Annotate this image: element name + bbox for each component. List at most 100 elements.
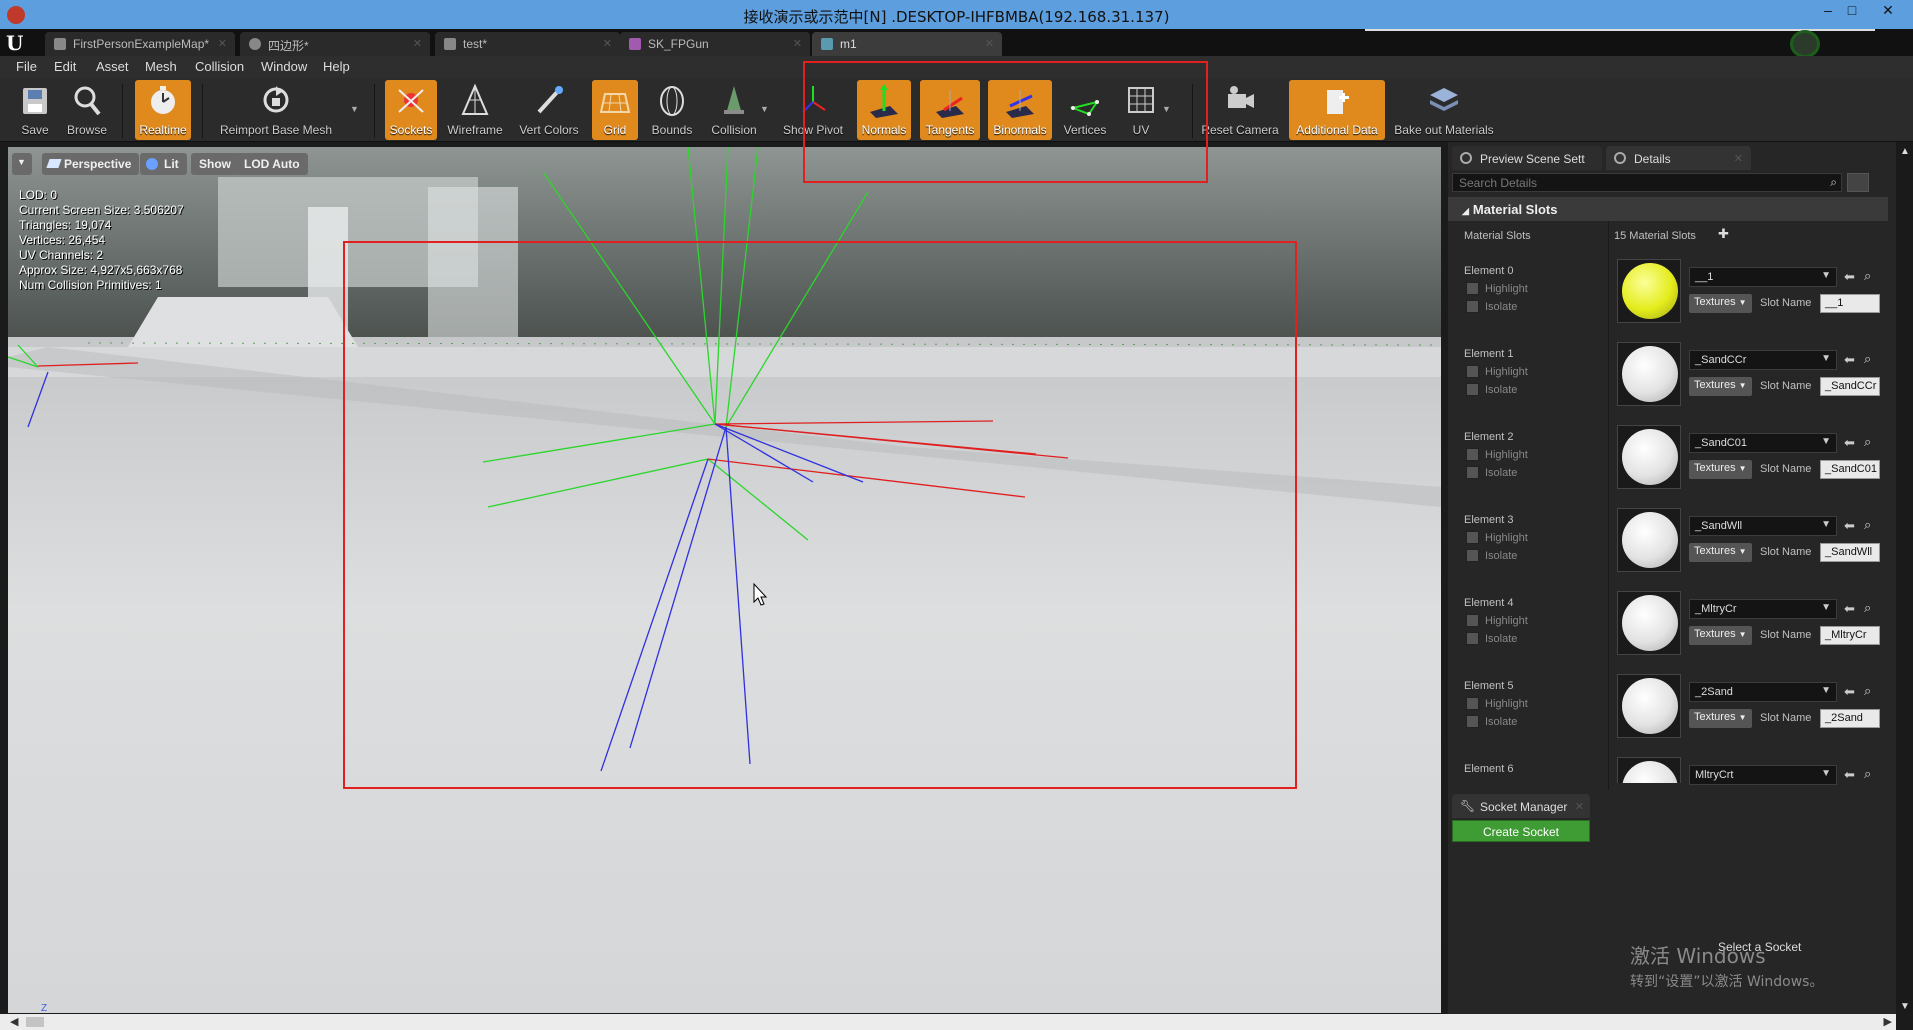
material-dropdown[interactable]: _2Sand ▼ — [1689, 682, 1837, 702]
material-thumbnail[interactable] — [1617, 508, 1681, 572]
material-thumbnail[interactable] — [1617, 259, 1681, 323]
material-dropdown[interactable]: MltryCrt ▼ — [1689, 765, 1837, 785]
create-socket-button[interactable]: Create Socket — [1452, 820, 1590, 842]
wireframe-button[interactable]: Wireframe — [444, 80, 506, 140]
highlight-checkbox[interactable] — [1466, 614, 1479, 627]
isolate-checkbox[interactable] — [1466, 300, 1479, 313]
use-selected-arrow-icon[interactable]: ⬅ — [1844, 601, 1855, 617]
chevron-up-icon[interactable]: ▲ — [1900, 146, 1910, 157]
close-icon[interactable]: ✕ — [603, 37, 612, 50]
perspective-button[interactable]: Perspective — [42, 153, 140, 175]
save-button[interactable]: Save — [12, 80, 58, 140]
tab-details[interactable]: Details ✕ — [1606, 146, 1751, 170]
slot-name-input[interactable]: _2Sand — [1820, 709, 1880, 728]
isolate-checkbox[interactable] — [1466, 632, 1479, 645]
tab-first-person-map[interactable]: FirstPersonExampleMap* ✕ — [45, 32, 235, 56]
bounds-button[interactable]: Bounds — [646, 80, 698, 140]
menu-help[interactable]: Help — [323, 59, 350, 74]
material-thumbnail[interactable] — [1617, 425, 1681, 489]
slot-name-input[interactable]: _SandCCr — [1820, 377, 1880, 396]
tab-sk-fpgun[interactable]: SK_FPGun ✕ — [620, 32, 810, 56]
tab-socket-manager[interactable]: 🔧︎ Socket Manager ✕ — [1452, 794, 1590, 818]
browse-search-icon[interactable]: ⌕ — [1864, 351, 1871, 367]
isolate-checkbox[interactable] — [1466, 549, 1479, 562]
close-icon[interactable]: ✕ — [1575, 800, 1584, 813]
slot-name-input[interactable]: _MltryCr — [1820, 626, 1880, 645]
menu-asset[interactable]: Asset — [96, 59, 129, 74]
slot-name-input[interactable]: _SandWll — [1820, 543, 1880, 562]
use-selected-arrow-icon[interactable]: ⬅ — [1844, 767, 1855, 783]
menu-window[interactable]: Window — [261, 59, 307, 74]
close-icon[interactable]: ✕ — [218, 37, 227, 50]
material-thumbnail[interactable] — [1614, 757, 1684, 783]
show-button[interactable]: Show — [191, 153, 239, 175]
tab-quad[interactable]: 四边形* ✕ — [240, 32, 430, 56]
use-selected-arrow-icon[interactable]: ⬅ — [1844, 518, 1855, 534]
use-selected-arrow-icon[interactable]: ⬅ — [1844, 684, 1855, 700]
chevron-right-icon[interactable]: ▶ — [1884, 1015, 1892, 1028]
browse-search-icon[interactable]: ⌕ — [1864, 268, 1871, 284]
add-slot-icon[interactable]: ✚ — [1718, 226, 1729, 242]
material-dropdown[interactable]: _SandWll ▼ — [1689, 516, 1837, 536]
viewport-options-button[interactable]: ▼ — [12, 153, 32, 175]
chevron-left-icon[interactable]: ◀ — [10, 1015, 18, 1028]
view-options-icon[interactable] — [1847, 173, 1869, 192]
material-slots-section[interactable]: ◢ Material Slots — [1448, 197, 1888, 221]
material-dropdown[interactable]: __1 ▼ — [1689, 267, 1837, 287]
slot-name-input[interactable]: __1 — [1820, 294, 1880, 313]
scroll-thumb[interactable] — [26, 1017, 44, 1027]
highlight-checkbox[interactable] — [1466, 697, 1479, 710]
textures-button[interactable]: Textures ▼ — [1689, 294, 1752, 313]
menu-mesh[interactable]: Mesh — [145, 59, 177, 74]
menu-collision[interactable]: Collision — [195, 59, 244, 74]
use-selected-arrow-icon[interactable]: ⬅ — [1844, 435, 1855, 451]
browse-button[interactable]: Browse — [62, 80, 112, 140]
isolate-checkbox[interactable] — [1466, 383, 1479, 396]
material-dropdown[interactable]: _MltryCr ▼ — [1689, 599, 1837, 619]
search-details-input[interactable]: Search Details ⌕ — [1452, 173, 1842, 192]
close-icon[interactable]: ✕ — [413, 37, 422, 50]
vertical-scrollbar[interactable]: ▲ ▼ — [1896, 142, 1913, 1014]
realtime-button[interactable]: Realtime — [135, 80, 191, 140]
reimport-base-mesh-button[interactable]: Reimport Base Mesh ▼ — [216, 80, 359, 140]
vert-colors-button[interactable]: Vert Colors — [513, 80, 585, 140]
lit-button[interactable]: Lit — [140, 153, 187, 175]
bake-out-materials-button[interactable]: Bake out Materials — [1390, 80, 1498, 140]
collision-button[interactable]: Collision ▼ — [704, 80, 769, 140]
use-selected-arrow-icon[interactable]: ⬅ — [1844, 352, 1855, 368]
textures-button[interactable]: Textures ▼ — [1689, 709, 1752, 728]
horizontal-scrollbar[interactable]: ◀ ▶ — [0, 1014, 1896, 1030]
slot-name-input[interactable]: _SandC01 — [1820, 460, 1880, 479]
chevron-down-icon[interactable]: ▼ — [760, 104, 769, 114]
isolate-checkbox[interactable] — [1466, 466, 1479, 479]
tab-m1[interactable]: m1 ✕ — [812, 32, 1002, 56]
isolate-checkbox[interactable] — [1466, 715, 1479, 728]
material-thumbnail[interactable] — [1617, 342, 1681, 406]
menu-file[interactable]: File — [16, 59, 37, 74]
chevron-down-icon[interactable]: ▼ — [350, 104, 359, 114]
highlight-checkbox[interactable] — [1466, 531, 1479, 544]
close-icon[interactable]: ✕ — [793, 37, 802, 50]
grid-button[interactable]: Grid — [592, 80, 638, 140]
material-thumbnail[interactable] — [1617, 591, 1681, 655]
close-icon[interactable]: ✕ — [985, 37, 994, 50]
sockets-button[interactable]: Sockets — [385, 80, 437, 140]
close-icon[interactable]: ✕ — [1734, 152, 1743, 165]
material-thumbnail[interactable] — [1617, 674, 1681, 738]
textures-button[interactable]: Textures ▼ — [1689, 460, 1752, 479]
use-selected-arrow-icon[interactable]: ⬅ — [1844, 269, 1855, 285]
lod-auto-button[interactable]: LOD Auto — [236, 153, 308, 175]
browse-search-icon[interactable]: ⌕ — [1864, 517, 1871, 533]
highlight-checkbox[interactable] — [1466, 365, 1479, 378]
close-button[interactable]: ✕ — [1868, 0, 1908, 22]
browse-search-icon[interactable]: ⌕ — [1864, 766, 1871, 782]
tab-preview-scene-settings[interactable]: Preview Scene Sett — [1452, 146, 1602, 170]
additional-data-button[interactable]: Additional Data — [1289, 80, 1385, 140]
reset-camera-button[interactable]: Reset Camera — [1200, 80, 1280, 140]
highlight-checkbox[interactable] — [1466, 282, 1479, 295]
textures-button[interactable]: Textures ▼ — [1689, 377, 1752, 396]
maximize-button[interactable]: □ — [1832, 0, 1872, 22]
tab-test[interactable]: test* ✕ — [435, 32, 620, 56]
material-dropdown[interactable]: _SandC01 ▼ — [1689, 433, 1837, 453]
textures-button[interactable]: Textures ▼ — [1689, 543, 1752, 562]
